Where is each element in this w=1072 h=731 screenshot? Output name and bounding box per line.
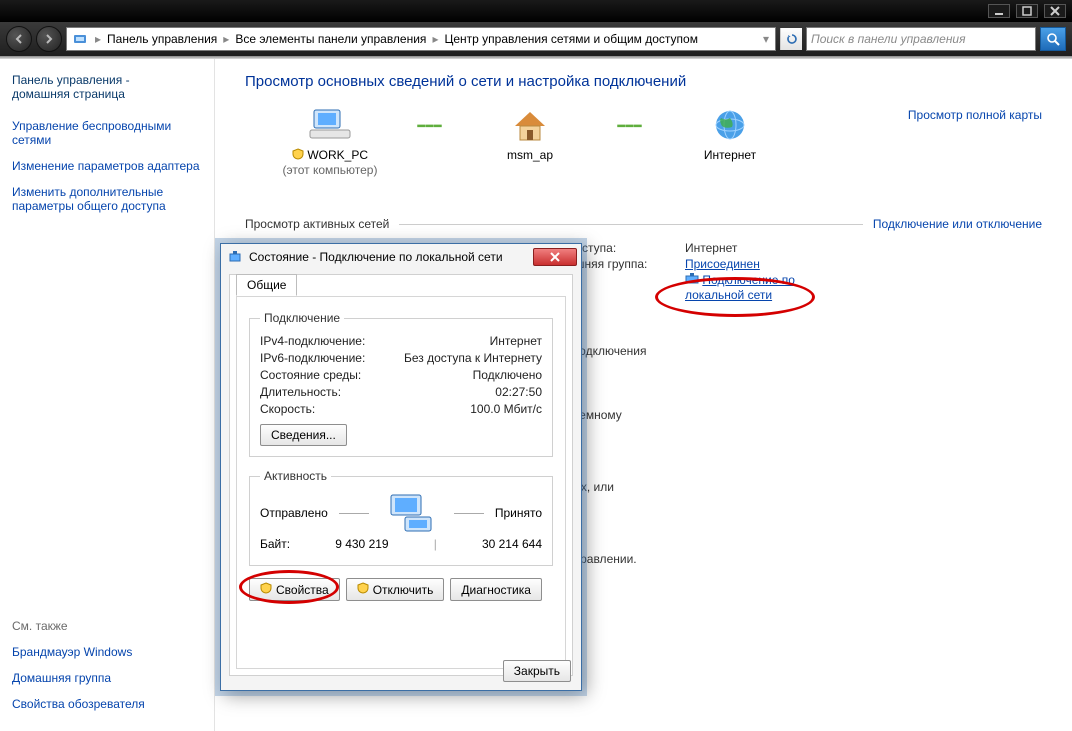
group-label: Активность bbox=[260, 469, 331, 483]
speed-label: Скорость: bbox=[260, 402, 470, 416]
ethernet-icon bbox=[685, 274, 702, 288]
ipv6-label: IPv6-подключение: bbox=[260, 351, 404, 365]
search-input[interactable]: Поиск в панели управления bbox=[806, 27, 1036, 51]
disable-button[interactable]: Отключить bbox=[346, 578, 445, 601]
search-placeholder: Поиск в панели управления bbox=[811, 32, 966, 46]
duration-value: 02:27:50 bbox=[495, 385, 542, 399]
dialog-titlebar[interactable]: Состояние - Подключение по локальной сет… bbox=[221, 244, 581, 270]
search-go-button[interactable] bbox=[1040, 27, 1066, 51]
connection-status-dialog: Состояние - Подключение по локальной сет… bbox=[220, 243, 582, 691]
sidebar-label: домашняя страница bbox=[12, 87, 125, 101]
map-connector: ━━━ bbox=[395, 108, 465, 144]
sidebar: Панель управления - домашняя страница Уп… bbox=[0, 59, 215, 731]
bytes-recv-value: 30 214 644 bbox=[482, 537, 542, 551]
computer-icon bbox=[308, 108, 352, 145]
bytes-label: Байт: bbox=[260, 537, 290, 551]
divider bbox=[399, 224, 863, 225]
breadcrumb-seg[interactable]: Все элементы панели управления bbox=[235, 32, 426, 46]
sidebar-item-homegroup[interactable]: Домашняя группа bbox=[12, 671, 202, 685]
map-node-label: WORK_PC bbox=[307, 148, 368, 162]
chevron-right-icon: ▸ bbox=[430, 32, 440, 46]
map-node-this-pc: WORK_PC (этот компьютер) bbox=[275, 108, 385, 177]
dialog-close-button[interactable] bbox=[533, 248, 577, 266]
ipv6-value: Без доступа к Интернету bbox=[404, 351, 542, 365]
properties-button[interactable]: Свойства bbox=[249, 578, 340, 601]
map-node-sub: (этот компьютер) bbox=[275, 163, 385, 177]
diagnose-button[interactable]: Диагностика bbox=[450, 578, 542, 601]
divider bbox=[339, 513, 369, 514]
chevron-right-icon: ▸ bbox=[93, 32, 103, 46]
details-button[interactable]: Сведения... bbox=[260, 424, 347, 446]
group-label: Подключение bbox=[260, 311, 344, 325]
active-networks-label: Просмотр активных сетей bbox=[245, 217, 389, 231]
lan-connection-link[interactable]: Подключение по локальной сети bbox=[685, 273, 795, 302]
ethernet-icon bbox=[227, 249, 243, 265]
map-node-router: msm_ap bbox=[475, 108, 585, 162]
access-type-value: Интернет bbox=[685, 241, 737, 255]
group-connection: Подключение IPv4-подключение:Интернет IP… bbox=[249, 311, 553, 457]
sidebar-item-adapter-settings[interactable]: Изменение параметров адаптера bbox=[12, 159, 202, 173]
house-icon bbox=[511, 108, 549, 145]
sidebar-item-firewall[interactable]: Брандмауэр Windows bbox=[12, 645, 202, 659]
connections-value: Подключение по локальной сети bbox=[685, 273, 795, 302]
map-node-internet: Интернет bbox=[675, 108, 785, 162]
close-button[interactable] bbox=[1044, 4, 1066, 18]
map-node-label: Интернет bbox=[675, 148, 785, 162]
chevron-right-icon: ▸ bbox=[221, 32, 231, 46]
shield-icon bbox=[292, 148, 304, 163]
map-connector: ━━━ bbox=[595, 108, 665, 144]
bytes-sent-value: 9 430 219 bbox=[335, 537, 388, 551]
page-title: Просмотр основных сведений о сети и наст… bbox=[245, 73, 1042, 90]
button-label: Отключить bbox=[373, 583, 434, 597]
nav-row: ▸ Панель управления ▸ Все элементы панел… bbox=[0, 22, 1072, 56]
breadcrumb-seg[interactable]: Панель управления bbox=[107, 32, 217, 46]
shield-icon bbox=[357, 582, 369, 597]
back-button[interactable] bbox=[6, 26, 32, 52]
chevron-down-icon[interactable]: ▾ bbox=[761, 32, 771, 46]
globe-icon bbox=[713, 108, 747, 145]
network-center-icon bbox=[71, 30, 89, 48]
minimize-button[interactable] bbox=[988, 4, 1010, 18]
refresh-button[interactable] bbox=[780, 28, 802, 50]
forward-button[interactable] bbox=[36, 26, 62, 52]
speed-value: 100.0 Мбит/с bbox=[470, 402, 542, 416]
sidebar-item-wireless[interactable]: Управление беспроводными сетями bbox=[12, 119, 202, 147]
maximize-button[interactable] bbox=[1016, 4, 1038, 18]
address-bar[interactable]: ▸ Панель управления ▸ Все элементы панел… bbox=[66, 27, 776, 51]
see-also-header: См. также bbox=[12, 619, 202, 633]
button-label: Свойства bbox=[276, 583, 329, 597]
sidebar-item-advanced-sharing[interactable]: Изменить дополнительные параметры общего… bbox=[12, 185, 202, 213]
duration-label: Длительность: bbox=[260, 385, 495, 399]
group-activity: Активность Отправлено Принято Байт: 9 43… bbox=[249, 469, 553, 566]
media-state-value: Подключено bbox=[473, 368, 542, 382]
sidebar-item-internet-options[interactable]: Свойства обозревателя bbox=[12, 697, 202, 711]
homegroup-link[interactable]: Присоединен bbox=[685, 257, 760, 271]
tab-general[interactable]: Общие bbox=[236, 274, 297, 296]
ipv4-label: IPv4-подключение: bbox=[260, 334, 490, 348]
media-state-label: Состояние среды: bbox=[260, 368, 473, 382]
divider bbox=[454, 513, 484, 514]
sidebar-label: Панель управления - bbox=[12, 73, 130, 87]
map-node-label: msm_ap bbox=[475, 148, 585, 162]
shield-icon bbox=[260, 582, 272, 597]
ipv4-value: Интернет bbox=[490, 334, 542, 348]
recv-label: Принято bbox=[495, 506, 542, 520]
dialog-title: Состояние - Подключение по локальной сет… bbox=[249, 250, 503, 264]
breadcrumb-seg[interactable]: Центр управления сетями и общим доступом bbox=[444, 32, 698, 46]
control-panel-home-link[interactable]: Панель управления - домашняя страница bbox=[12, 73, 202, 101]
close-dialog-button[interactable]: Закрыть bbox=[503, 660, 571, 682]
connect-disconnect-link[interactable]: Подключение или отключение bbox=[873, 217, 1042, 231]
window-titlebar bbox=[0, 0, 1072, 22]
sent-label: Отправлено bbox=[260, 506, 328, 520]
activity-icon bbox=[379, 493, 443, 533]
